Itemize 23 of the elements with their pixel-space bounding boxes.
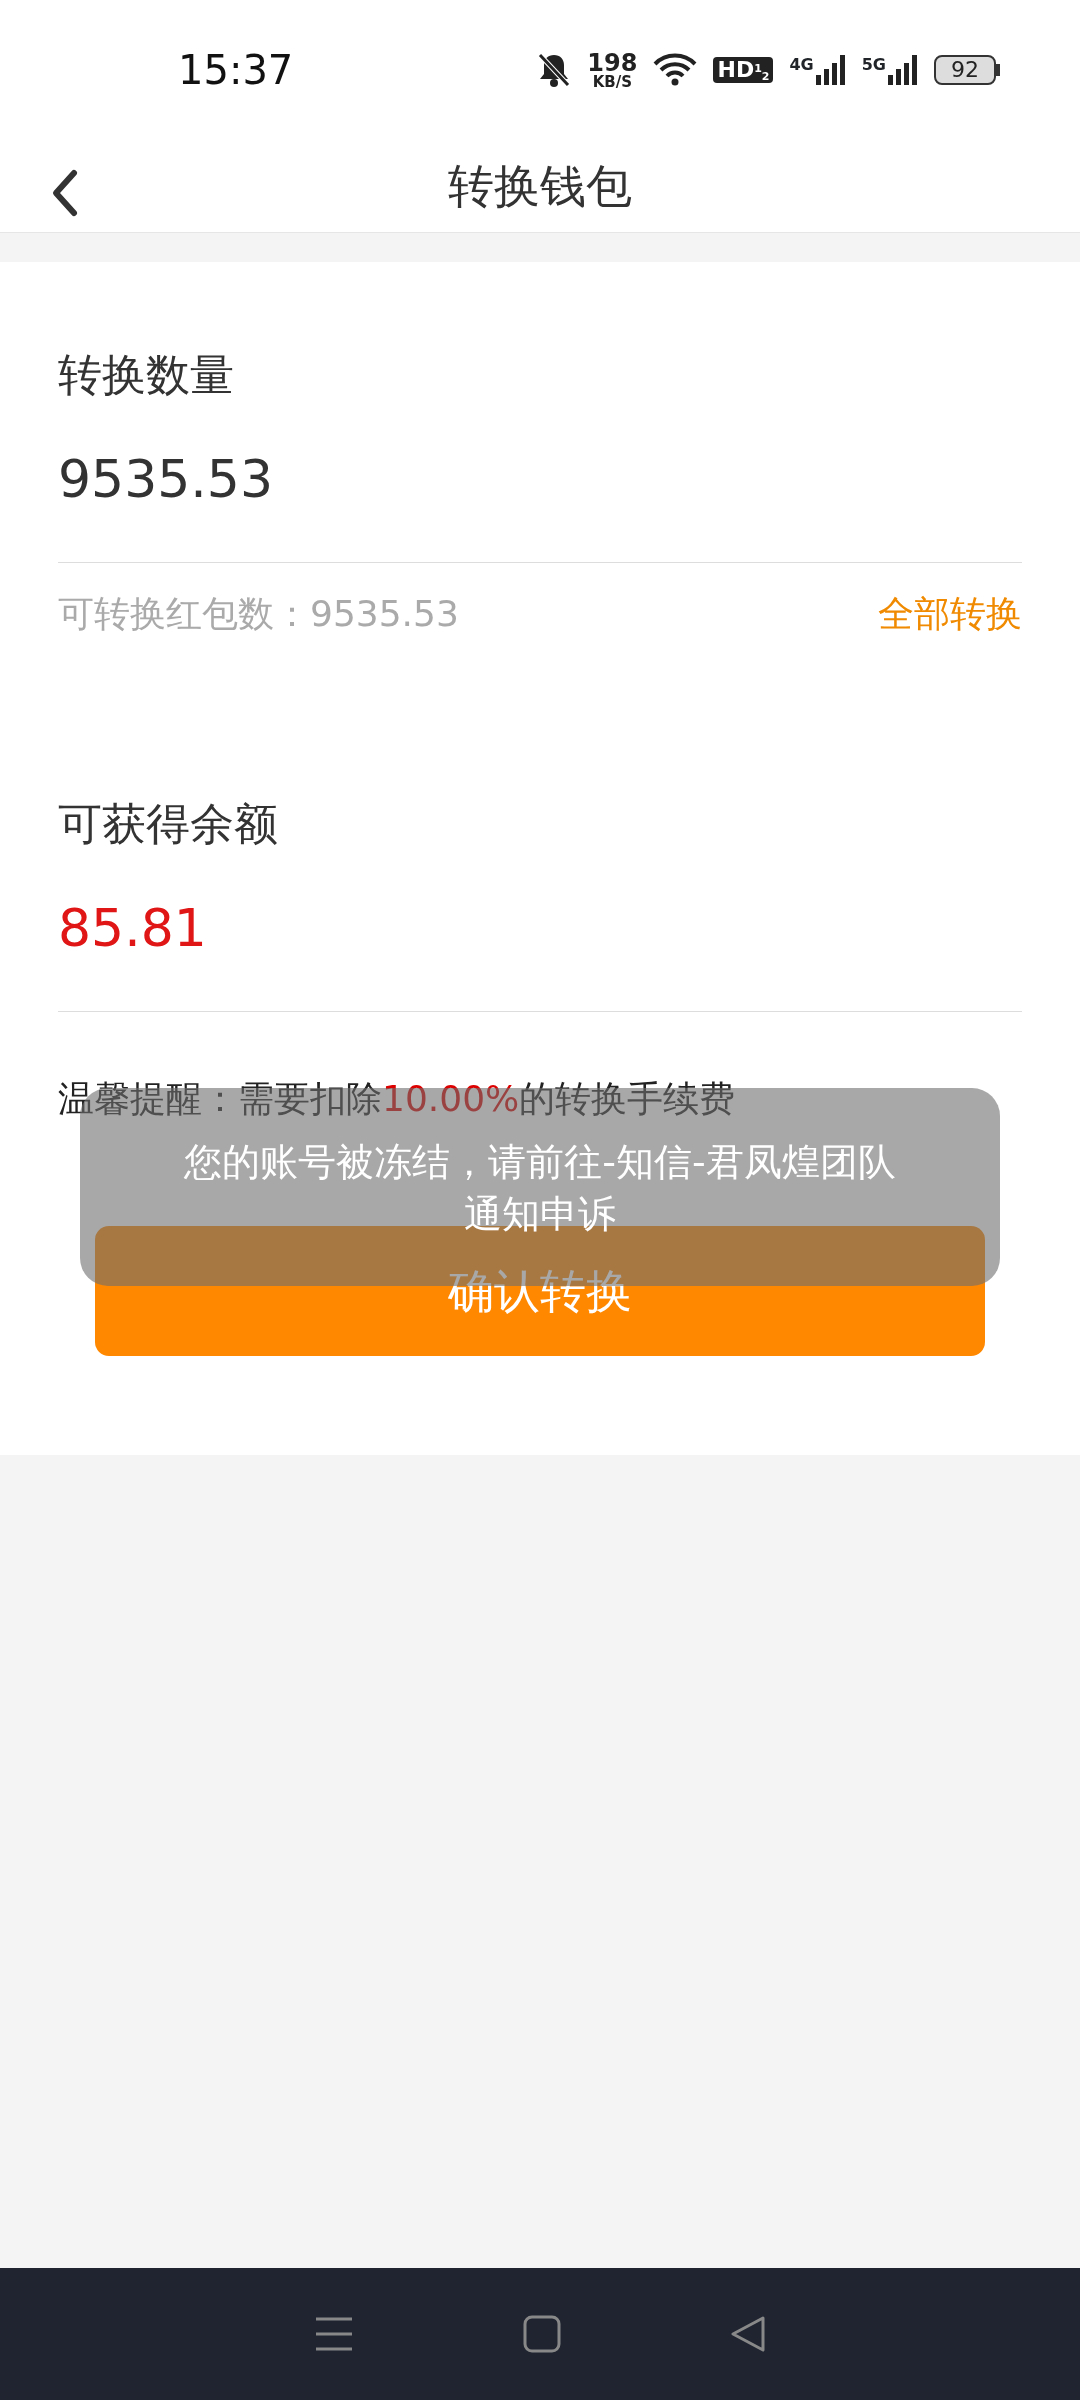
battery-level: 92 xyxy=(934,55,996,85)
wifi-icon xyxy=(653,53,698,87)
speed-unit: KB/S xyxy=(591,74,634,90)
menu-icon[interactable] xyxy=(314,2316,355,2352)
network-label: 5G xyxy=(861,57,886,73)
bell-muted-icon xyxy=(537,52,572,88)
network-label: 4G xyxy=(789,57,814,73)
signal-icon xyxy=(815,55,846,85)
chevron-left-icon xyxy=(50,168,80,218)
signal-icon xyxy=(888,55,918,85)
field-label: 转换数量 xyxy=(58,349,234,400)
balance-value: 85.81 xyxy=(58,898,207,958)
home-icon[interactable] xyxy=(523,2315,561,2353)
speed-value: 198 xyxy=(587,50,638,75)
available-text: 可转换红包数：9535.53 xyxy=(58,592,459,636)
page-title: 转换钱包 xyxy=(448,157,632,215)
fee-reminder: 温馨提醒：需要扣除10.00%的转换手续费 xyxy=(58,1078,736,1119)
battery-tip-icon xyxy=(996,64,1000,76)
amount-value[interactable]: 9535.53 xyxy=(58,449,274,509)
back-icon[interactable] xyxy=(729,2315,766,2353)
status-time: 15:37 xyxy=(178,46,294,95)
field-label: 可获得余额 xyxy=(58,798,278,849)
convert-all-link[interactable]: 全部转换 xyxy=(878,587,1022,641)
